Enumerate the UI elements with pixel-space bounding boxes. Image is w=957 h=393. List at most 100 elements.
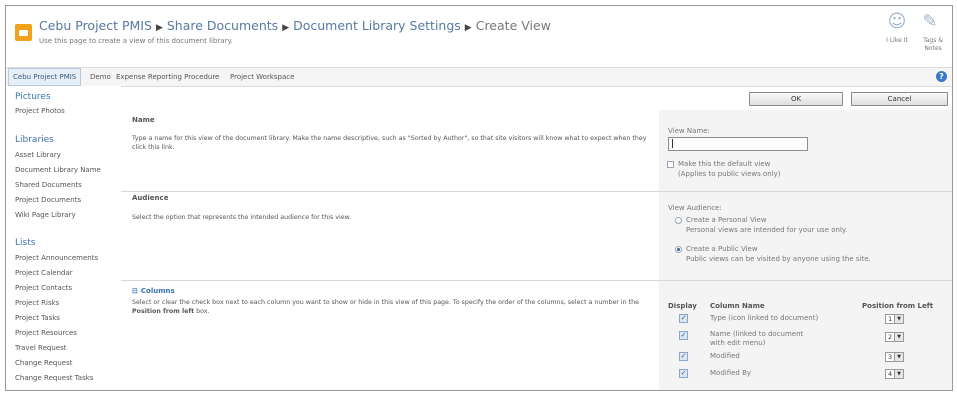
tab-project-workspace[interactable]: Project Workspace: [226, 68, 298, 86]
column-name: Name (linked to document with edit menu): [710, 330, 804, 347]
column-display-checkbox[interactable]: ✓: [679, 369, 688, 378]
breadcrumb-current: Create View: [475, 18, 551, 33]
dropdown-arrow-icon: ▼: [894, 315, 903, 323]
nav-change-request[interactable]: Change Request: [15, 359, 72, 367]
text-cursor-icon: [672, 139, 673, 148]
audience-section-panel: View Audience: Create a Personal View Pe…: [659, 192, 952, 280]
personal-view-label: Create a Personal View: [686, 216, 767, 224]
cancel-button[interactable]: Cancel: [851, 92, 948, 106]
tab-cebu-project-pmis[interactable]: Cebu Project PMIS: [8, 68, 82, 86]
position-value: 4: [888, 370, 893, 378]
tags-notes-label-line1: Tags &: [923, 37, 943, 44]
nav-travel-request[interactable]: Travel Request: [15, 344, 66, 352]
page-header: Cebu Project PMIS ▶ Share Documents ▶ Docume…: [6, 6, 952, 68]
pictures-heading[interactable]: Pictures: [15, 92, 51, 102]
columns-section-description: ⊟ Columns Select or clear the check box n…: [121, 281, 659, 390]
view-audience-label: View Audience:: [668, 204, 722, 212]
personal-view-radio[interactable]: [675, 217, 682, 224]
columns-section-title-text: Columns: [140, 287, 175, 295]
view-name-label: View Name:: [668, 127, 710, 135]
site-logo-icon[interactable]: [15, 24, 32, 41]
nav-project-calendar[interactable]: Project Calendar: [15, 269, 73, 277]
page-description: Use this page to create a view of this d…: [39, 37, 233, 45]
nav-project-contacts[interactable]: Project Contacts: [15, 284, 72, 292]
default-view-label: Make this the default view: [678, 160, 771, 168]
tags-notes-icon[interactable]: ✎: [919, 11, 941, 33]
tags-notes-label[interactable]: Tags & Notes: [917, 37, 949, 53]
sharepoint-window: Cebu Project PMIS ▶ Share Documents ▶ Docume…: [5, 5, 953, 391]
position-select[interactable]: 2 ▼: [885, 332, 904, 342]
breadcrumb-separator-icon: ▶: [464, 23, 472, 33]
tags-notes-label-line2: Notes: [924, 45, 942, 52]
dropdown-arrow-icon: ▼: [894, 353, 903, 361]
nav-wiki-page-library[interactable]: Wiki Page Library: [15, 211, 76, 219]
position-select[interactable]: 4 ▼: [885, 369, 904, 379]
default-view-note: (Applies to public views only): [678, 170, 781, 178]
dropdown-arrow-icon: ▼: [894, 370, 903, 378]
name-section-description: Name Type a name for this view of the do…: [121, 110, 659, 191]
position-header: Position from Left: [862, 302, 934, 310]
nav-project-documents[interactable]: Project Documents: [15, 196, 81, 204]
help-icon[interactable]: ?: [936, 71, 947, 82]
position-select[interactable]: 1 ▼: [885, 314, 904, 324]
nav-shared-documents[interactable]: Shared Documents: [15, 181, 82, 189]
columns-section-title[interactable]: ⊟ Columns: [132, 287, 175, 295]
i-like-it-label[interactable]: I Like It: [877, 37, 917, 45]
breadcrumb: Cebu Project PMIS ▶ Share Documents ▶ Docume…: [39, 18, 551, 33]
ok-button[interactable]: OK: [749, 92, 843, 106]
audience-section-description: Audience Select the option that represen…: [121, 192, 659, 280]
nav-project-risks[interactable]: Project Risks: [15, 299, 59, 307]
column-display-checkbox[interactable]: ✓: [679, 331, 688, 340]
breadcrumb-separator-icon: ▶: [155, 23, 163, 33]
column-name: Modified: [710, 352, 740, 360]
nav-project-resources[interactable]: Project Resources: [15, 329, 77, 337]
default-view-checkbox[interactable]: [667, 161, 674, 168]
columns-section-help-text: Select or clear the check box next to ea…: [132, 298, 657, 316]
position-value: 3: [888, 353, 893, 361]
nav-asset-library[interactable]: Asset Library: [15, 151, 61, 159]
breadcrumb-separator-icon: ▶: [282, 23, 290, 33]
quick-launch: Pictures Project Photos Libraries Asset …: [6, 86, 121, 390]
columns-section-panel: Display Column Name Position from Left ✓…: [659, 281, 952, 390]
audience-section: Audience Select the option that represen…: [121, 192, 952, 280]
public-view-label: Create a Public View: [686, 245, 758, 253]
collapse-icon[interactable]: ⊟: [132, 287, 138, 295]
top-nav-bar: Cebu Project PMIS Demo Expense Reporting…: [6, 67, 952, 87]
nav-project-photos[interactable]: Project Photos: [15, 107, 65, 115]
breadcrumb-library[interactable]: Share Documents: [167, 18, 278, 33]
nav-document-library-name[interactable]: Document Library Name: [15, 166, 101, 174]
i-like-it-icon[interactable]: ☺: [886, 11, 908, 33]
display-column-header: Display: [668, 302, 697, 310]
columns-help-text-bold: Position from left: [132, 308, 195, 315]
nav-change-request-tasks[interactable]: Change Request Tasks: [15, 374, 93, 382]
breadcrumb-site[interactable]: Cebu Project PMIS: [39, 18, 152, 33]
dropdown-arrow-icon: ▼: [894, 333, 903, 341]
lists-heading[interactable]: Lists: [15, 238, 35, 248]
name-section-panel: View Name: Make this the default view (A…: [659, 110, 952, 191]
name-section: Name Type a name for this view of the do…: [121, 110, 952, 191]
audience-section-title: Audience: [132, 194, 169, 202]
columns-help-text-suffix: box.: [196, 308, 210, 315]
name-section-help-text: Type a name for this view of the documen…: [132, 135, 647, 151]
create-view-form: OK Cancel Name Type a name for this view…: [121, 86, 952, 390]
column-name: Type (icon linked to document): [710, 314, 819, 322]
view-name-input[interactable]: [668, 137, 808, 151]
column-name-header: Column Name: [710, 302, 765, 310]
personal-view-note: Personal views are intended for your use…: [686, 226, 848, 234]
position-select[interactable]: 3 ▼: [885, 352, 904, 362]
libraries-heading[interactable]: Libraries: [15, 135, 54, 145]
column-name: Modified By: [710, 369, 752, 377]
public-view-radio[interactable]: [675, 246, 682, 253]
position-value: 2: [888, 333, 893, 341]
nav-project-tasks[interactable]: Project Tasks: [15, 314, 60, 322]
tab-expense-reporting[interactable]: Expense Reporting Procedure: [112, 68, 223, 86]
nav-project-announcements[interactable]: Project Announcements: [15, 254, 98, 262]
tab-demo[interactable]: Demo: [86, 68, 115, 86]
column-display-checkbox[interactable]: ✓: [679, 314, 688, 323]
position-value: 1: [888, 315, 893, 323]
public-view-note: Public views can be visited by anyone us…: [686, 255, 871, 263]
column-display-checkbox[interactable]: ✓: [679, 352, 688, 361]
name-section-title: Name: [132, 116, 155, 124]
breadcrumb-settings[interactable]: Document Library Settings: [293, 18, 461, 33]
columns-help-text-prefix: Select or clear the check box next to ea…: [132, 299, 639, 306]
